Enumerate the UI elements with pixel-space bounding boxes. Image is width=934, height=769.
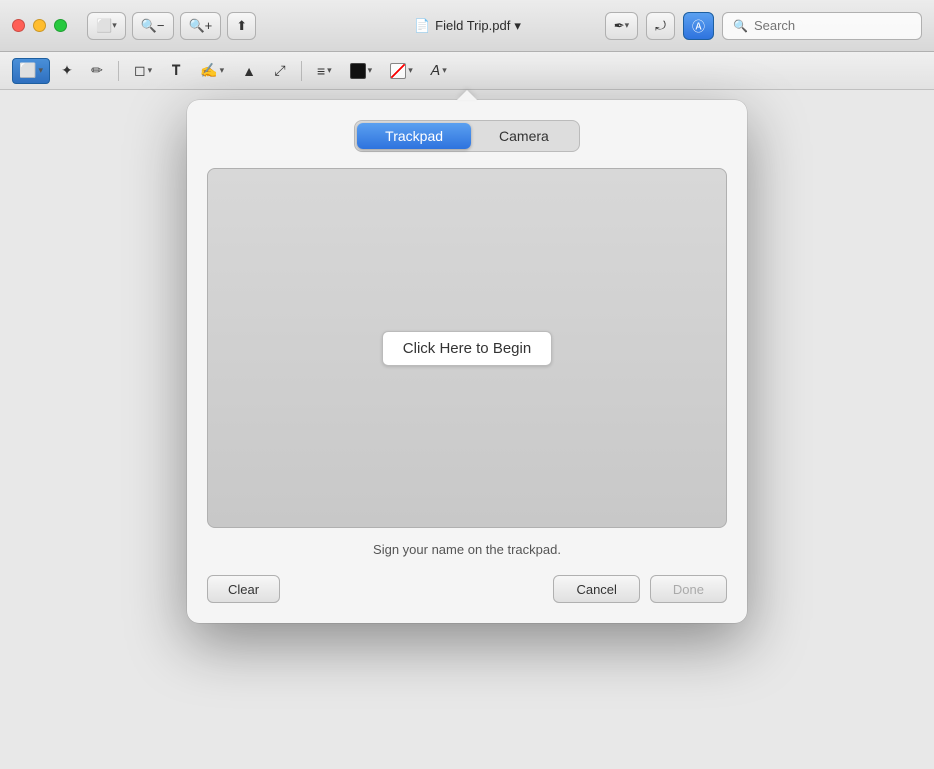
toolbar-divider-1 (118, 61, 119, 81)
shapes-caret-icon: ▾ (148, 65, 153, 76)
magic-select-icon: ✦ (61, 62, 73, 79)
rect-select-button[interactable]: ⬜ ▾ (12, 58, 50, 84)
transform-icon: ⤾ (655, 18, 666, 34)
minimize-button[interactable] (33, 19, 46, 32)
close-button[interactable] (12, 19, 25, 32)
text-button[interactable]: 𝐓 (163, 58, 189, 84)
signature-canvas[interactable]: Click Here to Begin (207, 168, 727, 528)
signature-dialog: Trackpad Camera Click Here to Begin Sign… (187, 100, 747, 623)
tab-camera[interactable]: Camera (471, 123, 577, 149)
zoom-out-button[interactable]: 🔍− (132, 12, 174, 40)
zoom-in-button[interactable]: 🔍+ (180, 12, 222, 40)
instruction-text: Sign your name on the trackpad. (207, 542, 727, 557)
stamp-button[interactable]: ▲ (235, 58, 263, 84)
toolbar-left: ⬜ ▾ 🔍− 🔍+ ⬆ (87, 12, 256, 40)
search-input[interactable] (754, 18, 911, 33)
title-dropdown-icon[interactable]: ▾ (514, 18, 521, 34)
font-caret-icon: ▾ (442, 65, 447, 76)
clear-button[interactable]: Clear (207, 575, 280, 603)
pen-draw-button[interactable]: ✏ (84, 58, 110, 84)
maximize-button[interactable] (54, 19, 67, 32)
shapes-icon: ◻ (134, 62, 146, 79)
crop-icon: ⤢ (274, 62, 285, 79)
modal-overlay: Trackpad Camera Click Here to Begin Sign… (0, 90, 934, 769)
fill-color-button[interactable]: ▾ (343, 58, 380, 84)
stamp-icon: ▲ (242, 63, 256, 79)
traffic-lights (12, 19, 67, 32)
pen-draw-icon: ✏ (91, 62, 103, 79)
sidebar-icon: ⬜ (96, 18, 112, 34)
font-button[interactable]: 𝘈 ▾ (424, 58, 454, 84)
toolbar-right: ✒ ▾ ⤾ Ⓐ 🔍 (605, 12, 922, 40)
main-content: Trackpad Camera Click Here to Begin Sign… (0, 90, 934, 769)
tab-switcher: Trackpad Camera (207, 120, 727, 152)
sign-icon: ✍ (200, 62, 217, 79)
magic-select-button[interactable]: ✦ (54, 58, 80, 84)
transform-button[interactable]: ⤾ (646, 12, 675, 40)
sidebar-toggle-button[interactable]: ⬜ ▾ (87, 12, 126, 40)
share-icon: ⬆ (236, 18, 247, 34)
cancel-button[interactable]: Cancel (553, 575, 639, 603)
modal-footer: Clear Cancel Done (207, 575, 727, 603)
done-button[interactable]: Done (650, 575, 727, 603)
sidebar-caret-icon: ▾ (112, 20, 117, 31)
toolbar-divider-2 (301, 61, 302, 81)
annotation-toolbar: ⬜ ▾ ✦ ✏ ◻ ▾ 𝐓 ✍ ▾ ▲ ⤢ ≡ ▾ ▾ ▾ 𝘈 ▾ (0, 52, 934, 90)
lines-icon: ≡ (317, 63, 325, 79)
stroke-caret-icon: ▾ (408, 65, 413, 76)
lines-button[interactable]: ≡ ▾ (310, 58, 339, 84)
sign-caret-icon: ▾ (220, 65, 225, 76)
footer-right-buttons: Cancel Done (553, 575, 727, 603)
tab-trackpad[interactable]: Trackpad (357, 123, 471, 149)
search-icon: 🔍 (733, 19, 748, 33)
window-title-group: 📄 Field Trip.pdf ▾ (413, 17, 521, 35)
crop-button[interactable]: ⤢ (267, 58, 293, 84)
text-icon: 𝐓 (172, 62, 181, 79)
annotate-icon: Ⓐ (692, 16, 705, 35)
stroke-color-swatch (390, 63, 406, 79)
pen-caret-icon: ▾ (625, 20, 630, 31)
sign-button[interactable]: ✍ ▾ (193, 58, 231, 84)
pdf-icon: 📄 (413, 17, 431, 35)
rect-caret-icon: ▾ (38, 65, 43, 76)
stroke-color-button[interactable]: ▾ (383, 58, 420, 84)
font-icon: 𝘈 (431, 62, 441, 79)
fill-color-swatch (350, 63, 366, 79)
title-bar: ⬜ ▾ 🔍− 🔍+ ⬆ 📄 Field Trip.pdf ▾ ✒ ▾ ⤾ Ⓐ 🔍 (0, 0, 934, 52)
lines-caret-icon: ▾ (327, 65, 332, 76)
window-title: Field Trip.pdf (435, 18, 510, 33)
annotate-button[interactable]: Ⓐ (683, 12, 714, 40)
search-box[interactable]: 🔍 (722, 12, 922, 40)
zoom-in-icon: 🔍+ (189, 18, 213, 34)
fill-caret-icon: ▾ (368, 65, 373, 76)
shapes-button[interactable]: ◻ ▾ (127, 58, 159, 84)
pen-tool-button[interactable]: ✒ ▾ (605, 12, 638, 40)
rect-select-icon: ⬜ (19, 62, 36, 79)
tab-group: Trackpad Camera (354, 120, 580, 152)
share-button[interactable]: ⬆ (227, 12, 256, 40)
zoom-out-icon: 🔍− (141, 18, 165, 34)
pen-icon: ✒ (614, 18, 625, 34)
click-to-begin-button[interactable]: Click Here to Begin (382, 331, 552, 366)
